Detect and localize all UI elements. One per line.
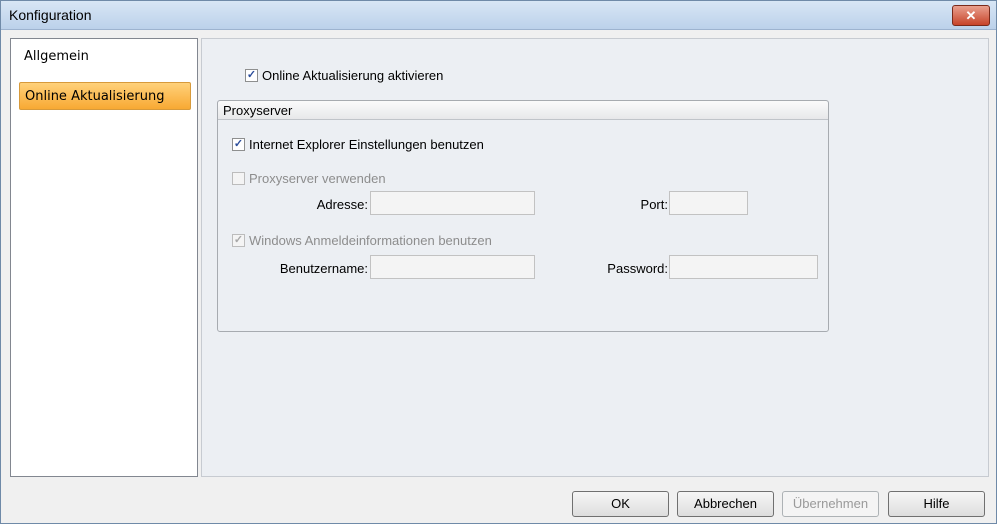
- sidebar-navigation: Allgemein Online Aktualisierung: [10, 38, 198, 477]
- window-title: Konfiguration: [9, 7, 92, 23]
- title-bar: Konfiguration ✕: [1, 1, 996, 30]
- close-button[interactable]: ✕: [952, 5, 990, 26]
- sidebar-item-online-aktualisierung[interactable]: Online Aktualisierung: [19, 82, 191, 110]
- checkmark-icon: ✓: [233, 138, 244, 150]
- sidebar-item-label: Allgemein: [24, 49, 89, 64]
- username-label: Benutzername:: [279, 261, 368, 276]
- online-update-checkbox[interactable]: ✓: [245, 69, 258, 82]
- ie-settings-checkbox-row[interactable]: ✓ Internet Explorer Einstellungen benutz…: [232, 137, 484, 152]
- address-label: Adresse:: [316, 197, 368, 212]
- proxy-group-header: Proxyserver: [218, 101, 828, 120]
- port-field[interactable]: [669, 191, 748, 215]
- online-update-checkbox-row[interactable]: ✓ Online Aktualisierung aktivieren: [245, 68, 443, 83]
- settings-panel: ✓ Online Aktualisierung aktivieren Proxy…: [201, 38, 989, 477]
- username-field[interactable]: [370, 255, 535, 279]
- address-field[interactable]: [370, 191, 535, 215]
- ie-settings-label: Internet Explorer Einstellungen benutzen: [249, 137, 484, 152]
- sidebar-item-allgemein[interactable]: Allgemein: [19, 43, 191, 71]
- button-bar: OK Abbrechen Übernehmen Hilfe: [1, 477, 996, 523]
- use-proxy-checkbox[interactable]: [232, 172, 245, 185]
- dialog-content: Allgemein Online Aktualisierung ✓ Online…: [10, 38, 989, 477]
- cancel-button[interactable]: Abbrechen: [677, 491, 774, 517]
- password-field[interactable]: [669, 255, 818, 279]
- ie-settings-checkbox[interactable]: ✓: [232, 138, 245, 151]
- online-update-label: Online Aktualisierung aktivieren: [262, 68, 444, 83]
- checkmark-icon: ✓: [233, 234, 244, 246]
- close-icon: ✕: [965, 8, 977, 23]
- apply-button[interactable]: Übernehmen: [782, 491, 879, 517]
- configuration-dialog: Konfiguration ✕ Allgemein Online Aktuali…: [0, 0, 997, 524]
- help-button[interactable]: Hilfe: [888, 491, 985, 517]
- password-label: Password:: [607, 261, 668, 276]
- use-proxy-label: Proxyserver verwenden: [249, 171, 386, 186]
- proxy-server-group: Proxyserver ✓ Internet Explorer Einstell…: [217, 100, 829, 332]
- windows-credentials-label: Windows Anmeldeinformationen benutzen: [249, 233, 492, 248]
- ok-button[interactable]: OK: [572, 491, 669, 517]
- sidebar-item-label: Online Aktualisierung: [25, 89, 165, 104]
- checkmark-icon: ✓: [246, 69, 257, 81]
- port-label: Port:: [640, 197, 668, 212]
- windows-credentials-checkbox-row[interactable]: ✓ Windows Anmeldeinformationen benutzen: [232, 233, 492, 248]
- windows-credentials-checkbox[interactable]: ✓: [232, 234, 245, 247]
- proxy-group-title: Proxyserver: [223, 103, 293, 118]
- use-proxy-checkbox-row[interactable]: Proxyserver verwenden: [232, 171, 386, 186]
